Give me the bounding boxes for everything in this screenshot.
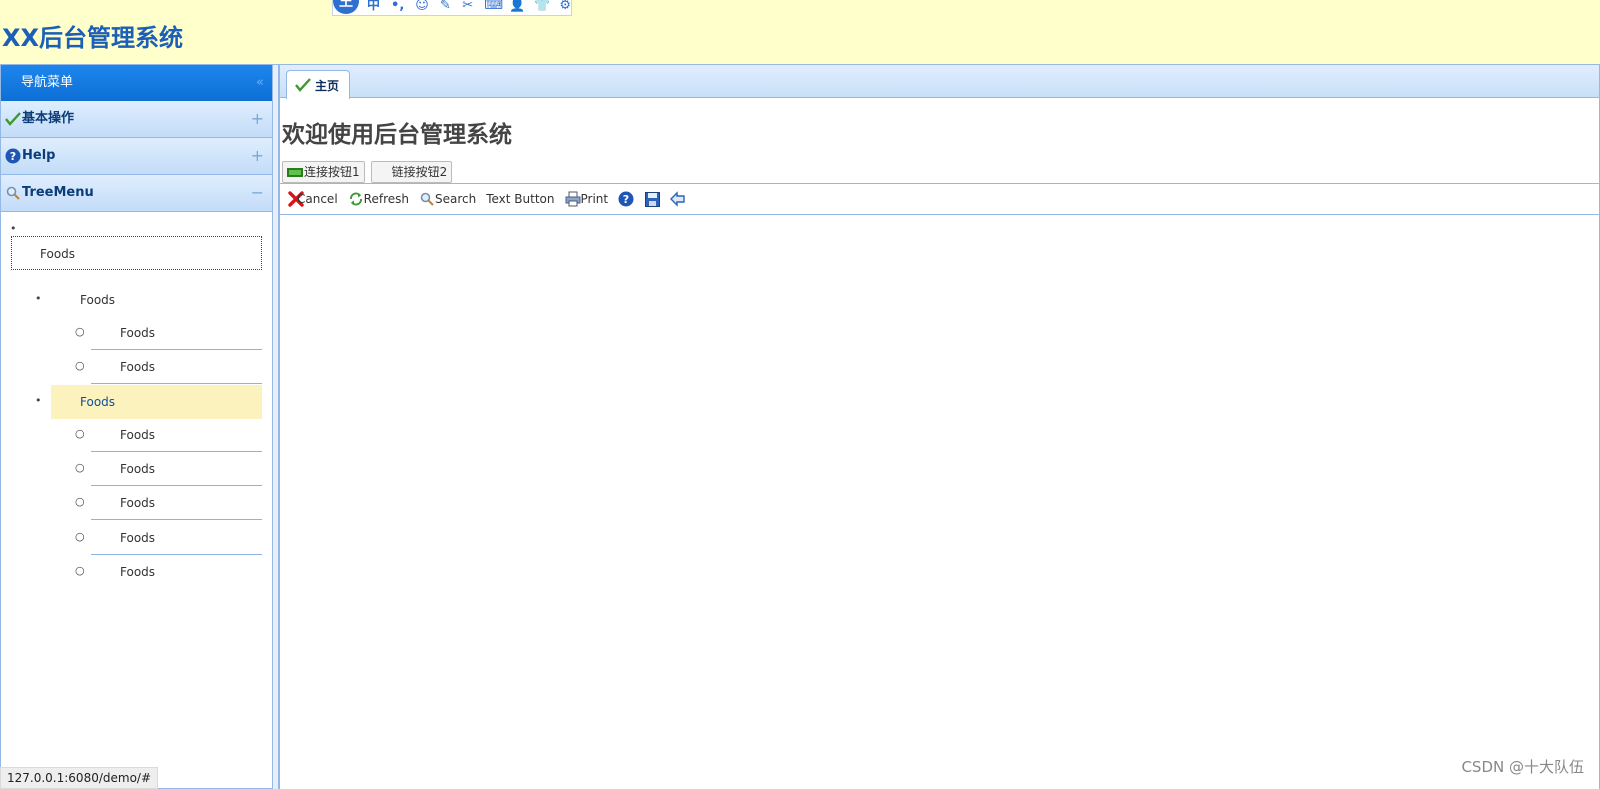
text-button[interactable]: Text Button [486, 188, 554, 210]
tab-home[interactable]: 主页 [286, 70, 351, 99]
link-button-label: 连接按钮1 [304, 165, 360, 179]
save-icon [644, 191, 660, 207]
cancel-label: Cancel [297, 192, 338, 206]
tree-bullet: • [10, 222, 17, 235]
print-button[interactable]: Print [565, 188, 609, 210]
collapse-icon[interactable]: « [256, 65, 264, 101]
ime-logo-icon[interactable]: 王 [333, 0, 359, 14]
tree-node-leaf[interactable]: Foods [91, 418, 262, 452]
ime-cut-icon[interactable]: ✂ [462, 0, 473, 14]
expand-icon[interactable]: + [251, 138, 264, 174]
svg-text:?: ? [10, 150, 16, 163]
app-header: XX后台管理系统 王 中 •, ☺ ✎ ✂ ⌨ 👤 👕 ⚙ [0, 0, 1600, 65]
search-icon [419, 191, 435, 207]
svg-text:?: ? [623, 193, 629, 206]
back-arrow-icon [670, 191, 686, 207]
save-button[interactable] [644, 188, 660, 210]
expand-icon[interactable]: + [251, 101, 264, 137]
print-icon [565, 191, 581, 207]
panel-header-basic[interactable]: 基本操作 + [1, 101, 272, 138]
sidebar-header: 导航菜单 « [1, 65, 272, 101]
cancel-button[interactable]: Cancel [288, 188, 338, 210]
tab-bar: 主页 [280, 65, 1599, 99]
panel-header-treemenu[interactable]: TreeMenu − [1, 175, 272, 212]
tree-bullet: ○ [75, 359, 85, 372]
print-label: Print [580, 192, 609, 206]
back-button[interactable] [670, 188, 686, 210]
panel-title: TreeMenu [22, 185, 94, 200]
tree-bullet: ○ [75, 564, 85, 577]
sidebar: 导航菜单 « 基本操作 + ? Help + TreeMenu − • Food… [0, 65, 273, 789]
link-button-2[interactable]: 链接按钮2 [370, 161, 453, 183]
panel-title: Help [22, 148, 56, 163]
help-button[interactable]: ? [618, 188, 634, 210]
tree-node-leaf[interactable]: Foods [91, 452, 262, 486]
panel-title: 基本操作 [22, 111, 75, 126]
link-button-1[interactable]: 连接按钮1 [282, 161, 365, 183]
ime-lang-icon[interactable]: 中 [367, 0, 380, 14]
panel-header-help[interactable]: ? Help + [1, 138, 272, 175]
ime-skin-icon[interactable]: 👕 [534, 0, 550, 14]
tree-node-group-selected[interactable]: Foods [51, 385, 262, 419]
tree-bullet: ○ [75, 427, 85, 440]
search-button[interactable]: Search [419, 188, 476, 210]
tree-node-leaf[interactable]: Foods [91, 316, 262, 350]
help-icon: ? [618, 191, 634, 207]
refresh-label: Refresh [363, 192, 409, 206]
link-button-group: 连接按钮1 链接按钮2 [282, 161, 453, 183]
tree-bullet: ○ [75, 530, 85, 543]
sidebar-title: 导航菜单 [21, 75, 74, 90]
refresh-icon [348, 191, 364, 207]
tree-node-leaf[interactable]: Foods [91, 555, 262, 589]
ime-settings-icon[interactable]: ⚙ [559, 0, 571, 14]
tree-bullet: • [35, 292, 42, 305]
help-icon: ? [5, 148, 21, 164]
ime-handwrite-icon[interactable]: ✎ [440, 0, 451, 14]
link-button-label: 链接按钮2 [391, 165, 448, 179]
main-content: 主页 欢迎使用后台管理系统 连接按钮1 链接按钮2 Cancel Refresh [279, 65, 1600, 789]
tree-node-leaf[interactable]: Foods [91, 350, 262, 384]
refresh-button[interactable]: Refresh [348, 188, 409, 210]
tree-bullet: ○ [75, 461, 85, 474]
tree-bullet: ○ [75, 495, 85, 508]
tree-bullet: ○ [75, 325, 85, 338]
battery-icon [287, 167, 303, 177]
toolbar: Cancel Refresh Search Text Button Print … [280, 183, 1599, 215]
collapse-panel-icon[interactable]: − [251, 175, 264, 211]
watermark: CSDN @十大队伍 [1461, 758, 1584, 776]
check-icon [5, 111, 21, 127]
tree-node-leaf[interactable]: Foods [91, 486, 262, 520]
status-bar-url: 127.0.0.1:6080/demo/# [0, 767, 159, 789]
tree-node-leaf[interactable]: Foods [91, 521, 262, 555]
app-title: XX后台管理系统 [2, 24, 184, 52]
ime-emoji-icon[interactable]: ☺ [415, 0, 429, 14]
ime-punct-icon[interactable]: •, [391, 0, 404, 14]
page-title: 欢迎使用后台管理系统 [282, 122, 512, 148]
ime-toolbar[interactable]: 王 中 •, ☺ ✎ ✂ ⌨ 👤 👕 ⚙ [332, 0, 572, 16]
search-label: Search [434, 192, 477, 206]
search-icon [5, 185, 21, 201]
tab-label: 主页 [315, 78, 340, 93]
text-button-label: Text Button [486, 192, 555, 206]
tree-bullet: • [35, 394, 42, 407]
check-icon [295, 78, 311, 92]
tree-node-root[interactable]: Foods [11, 236, 262, 270]
ime-keyboard-icon[interactable]: ⌨ [484, 0, 503, 14]
ime-user-icon[interactable]: 👤 [509, 0, 525, 14]
tree-node-group[interactable]: Foods [51, 283, 262, 317]
